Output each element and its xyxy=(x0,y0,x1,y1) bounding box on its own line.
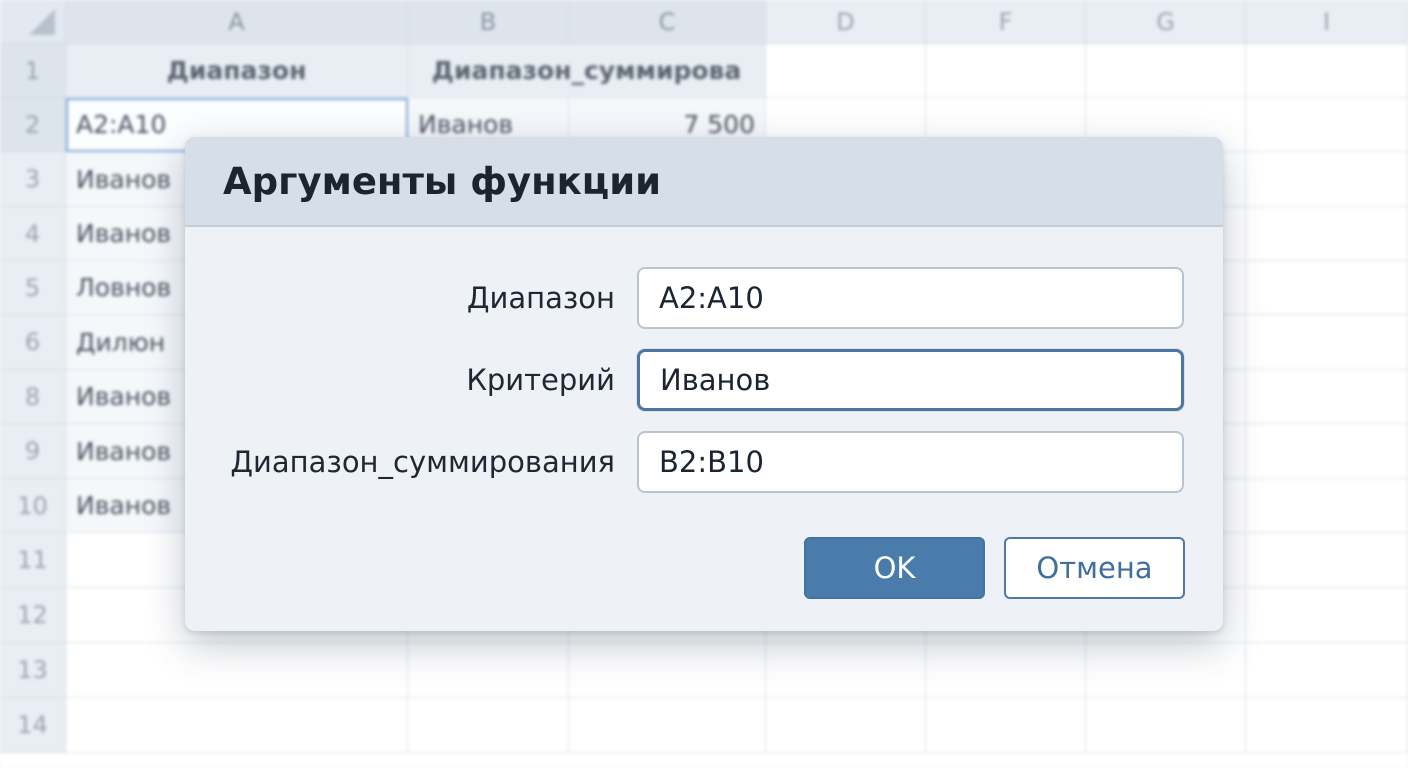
range-input[interactable] xyxy=(637,267,1184,329)
row-header[interactable]: 12 xyxy=(0,588,66,643)
row-header[interactable]: 13 xyxy=(0,643,66,698)
cell[interactable] xyxy=(569,643,766,698)
argument-row-sum-range: Диапазон_суммирования xyxy=(185,431,1223,493)
cell[interactable] xyxy=(1086,698,1246,753)
cell[interactable] xyxy=(926,643,1086,698)
row-header[interactable]: 6 xyxy=(0,315,66,370)
sum-range-input[interactable] xyxy=(637,431,1184,493)
cell-b1[interactable]: Диапазон_суммирова xyxy=(408,44,766,98)
dialog-title: Аргументы функции xyxy=(223,159,662,203)
dialog-header: Аргументы функции xyxy=(185,137,1223,227)
cell[interactable] xyxy=(926,698,1086,753)
cell[interactable] xyxy=(1246,533,1408,588)
argument-row-range: Диапазон xyxy=(185,267,1223,329)
row-header[interactable]: 4 xyxy=(0,207,66,261)
range-label: Диапазон xyxy=(466,281,615,315)
cell[interactable] xyxy=(66,698,408,753)
cell[interactable] xyxy=(1246,370,1408,424)
cancel-button[interactable]: Отмена xyxy=(1004,537,1185,599)
column-header-b[interactable]: B xyxy=(408,0,569,44)
cell-a1[interactable]: Диапазон xyxy=(66,44,408,98)
row-header[interactable]: 14 xyxy=(0,698,66,753)
criteria-label: Критерий xyxy=(466,363,615,397)
function-arguments-dialog: Аргументы функции Диапазон Критерий Диап… xyxy=(185,137,1223,631)
cell[interactable] xyxy=(1246,315,1408,370)
column-header-d[interactable]: D xyxy=(766,0,926,44)
cell[interactable] xyxy=(766,643,926,698)
row-header[interactable]: 11 xyxy=(0,533,66,588)
cell[interactable] xyxy=(1246,643,1408,698)
sum-range-label: Диапазон_суммирования xyxy=(230,445,615,479)
cell[interactable] xyxy=(1246,261,1408,315)
cell[interactable] xyxy=(66,643,408,698)
cell[interactable] xyxy=(1246,588,1408,643)
column-header-a[interactable]: A xyxy=(66,0,408,44)
screen: A B C D F G I 1 Диапазон Диапазон_суммир… xyxy=(0,0,1408,768)
argument-row-criteria: Критерий xyxy=(185,349,1223,411)
cell[interactable] xyxy=(1086,643,1246,698)
cell[interactable] xyxy=(926,44,1086,98)
ok-button[interactable]: OK xyxy=(804,537,985,599)
cell[interactable] xyxy=(766,44,926,98)
cell[interactable] xyxy=(569,698,766,753)
row-header[interactable]: 9 xyxy=(0,424,66,479)
row-header[interactable]: 5 xyxy=(0,261,66,315)
cell[interactable] xyxy=(408,643,569,698)
row-header[interactable]: 8 xyxy=(0,370,66,424)
select-all-corner[interactable] xyxy=(0,0,66,44)
cell[interactable] xyxy=(766,698,926,753)
cell[interactable] xyxy=(1246,152,1408,207)
cell[interactable] xyxy=(1246,44,1408,98)
cell[interactable] xyxy=(1246,424,1408,479)
cell[interactable] xyxy=(408,698,569,753)
cell[interactable] xyxy=(1246,98,1408,152)
column-header-f[interactable]: F xyxy=(926,0,1086,44)
cell[interactable] xyxy=(1246,207,1408,261)
cell[interactable] xyxy=(1086,44,1246,98)
column-header-c[interactable]: C xyxy=(569,0,766,44)
cell[interactable] xyxy=(1246,698,1408,753)
row-header[interactable]: 3 xyxy=(0,152,66,207)
criteria-input[interactable] xyxy=(637,349,1184,411)
cell[interactable] xyxy=(1246,479,1408,533)
row-header[interactable]: 10 xyxy=(0,479,66,533)
row-header[interactable]: 1 xyxy=(0,44,66,98)
column-header-g[interactable]: G xyxy=(1086,0,1246,44)
row-header[interactable]: 2 xyxy=(0,98,66,152)
column-header-i[interactable]: I xyxy=(1246,0,1408,44)
